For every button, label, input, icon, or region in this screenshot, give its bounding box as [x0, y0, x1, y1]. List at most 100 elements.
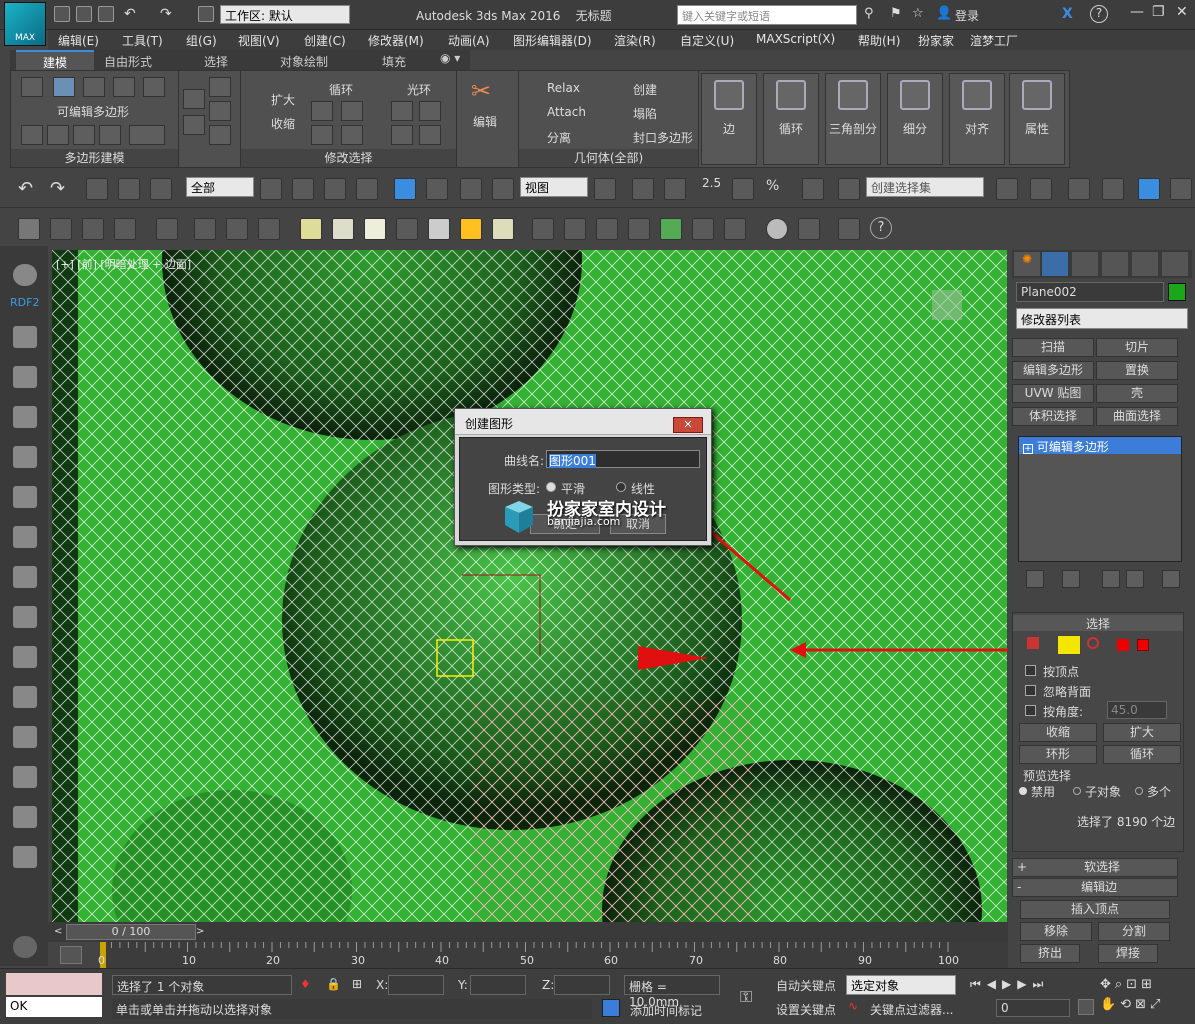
unlink-icon[interactable]	[118, 178, 140, 200]
exchange-icon[interactable]: X	[1062, 6, 1073, 22]
help-icon[interactable]: ?	[1090, 5, 1108, 23]
tab-modeling[interactable]: 建模	[16, 50, 94, 70]
redo-icon[interactable]: ↷	[50, 178, 65, 199]
vray-dome-icon[interactable]	[332, 218, 354, 240]
monitor-icon[interactable]	[13, 446, 37, 468]
vray-sphere-fade-icon[interactable]	[564, 218, 586, 240]
weld-button[interactable]: 焊接	[1098, 944, 1158, 963]
select-manipulate-icon[interactable]	[632, 178, 654, 200]
menu-views[interactable]: 视图(V)	[238, 32, 280, 49]
stack-1-icon[interactable]	[183, 89, 205, 109]
subobject-radio[interactable]	[1073, 787, 1081, 795]
window-crossing-icon[interactable]	[356, 178, 378, 200]
add-time-tag-icon[interactable]	[602, 999, 620, 1017]
current-frame-input[interactable]: 0	[996, 999, 1070, 1017]
keyboard-shortcut-icon[interactable]	[664, 178, 686, 200]
insert-vertex-button[interactable]: 插入顶点	[1020, 900, 1170, 919]
vray-frame-buffer-icon[interactable]	[798, 218, 820, 240]
export-icon[interactable]	[838, 218, 860, 240]
edit-button[interactable]: 编辑	[473, 113, 497, 130]
apps-icon[interactable]	[13, 606, 37, 628]
align-toolbar-icon[interactable]	[1030, 178, 1052, 200]
camera-icon[interactable]	[13, 686, 37, 708]
by-angle-checkbox[interactable]	[1025, 705, 1036, 716]
linear-radio[interactable]	[616, 482, 626, 492]
geo-panel-label[interactable]: 几何体(全部)	[519, 149, 698, 167]
time-slider[interactable]: < 0 / 100 >	[48, 922, 1008, 942]
timeline-ruler[interactable]: 0 10 20 30 40 50 60 70 80 90 100	[98, 942, 1008, 968]
rotate-icon[interactable]	[426, 178, 448, 200]
move-arrows-icon[interactable]	[13, 486, 37, 508]
vray-light-icon[interactable]	[226, 218, 248, 240]
ring-button[interactable]: 环形	[1019, 745, 1097, 764]
remove-button[interactable]: 移除	[1020, 922, 1092, 941]
inbox-icon[interactable]	[13, 566, 37, 588]
loop-grow-icon[interactable]	[311, 101, 333, 121]
menu-rendering[interactable]: 渲染(R)	[614, 32, 656, 49]
show-end-result-icon[interactable]	[129, 125, 165, 145]
add-time-tag-label[interactable]: 添加时间标记	[630, 1002, 702, 1019]
align-button[interactable]: 对齐	[949, 73, 1005, 165]
close-button[interactable]: ✕	[1176, 4, 1188, 20]
open-file-icon[interactable]	[76, 6, 92, 22]
slider-right-icon[interactable]: >	[196, 926, 204, 937]
menu-create[interactable]: 创建(C)	[304, 32, 346, 49]
isolate-icon[interactable]: ♦	[300, 977, 311, 991]
rdf-icon[interactable]	[13, 264, 37, 286]
properties-button[interactable]: 属性	[1009, 73, 1065, 165]
edge-big-button[interactable]: 边	[701, 73, 757, 165]
motion-tab-icon[interactable]	[1102, 252, 1128, 276]
move-icon[interactable]	[394, 178, 416, 200]
cone-light-icon[interactable]	[428, 218, 450, 240]
login-link[interactable]: 登录	[955, 7, 979, 24]
stack-2-icon[interactable]	[209, 77, 231, 97]
mirror-icon[interactable]	[996, 178, 1018, 200]
angle-input[interactable]: 45.0	[1107, 701, 1167, 719]
remove-mod-icon[interactable]	[1126, 570, 1144, 588]
tab-selection[interactable]: 选择	[204, 53, 228, 70]
disable-radio[interactable]	[1019, 787, 1027, 795]
set-key-button[interactable]: 设置关键点	[776, 1001, 836, 1018]
spinner-snap-icon[interactable]	[802, 178, 824, 200]
maxscript-listener[interactable]	[6, 973, 102, 995]
material-editor-icon[interactable]	[82, 218, 104, 240]
save-icon[interactable]	[98, 6, 114, 22]
mod-displace-button[interactable]: 置换	[1096, 361, 1178, 380]
image-icon[interactable]	[13, 326, 37, 348]
mod-slice-button[interactable]: 切片	[1096, 338, 1178, 357]
app-logo[interactable]: MAX	[4, 2, 46, 46]
mod-uvw-button[interactable]: UVW 贴图	[1012, 384, 1094, 403]
curve-name-input[interactable]: 图形001	[546, 450, 700, 468]
sun-icon[interactable]	[460, 218, 482, 240]
ring-extra-1-icon[interactable]	[391, 125, 413, 145]
selection-title[interactable]: 选择	[1013, 615, 1183, 631]
placement-icon[interactable]	[492, 178, 514, 200]
refresh-icon[interactable]	[13, 726, 37, 748]
menu-graph-editors[interactable]: 图形编辑器(D)	[513, 32, 592, 49]
vray-plane-obj-icon[interactable]	[628, 218, 650, 240]
split-button[interactable]: 分割	[1098, 922, 1170, 941]
y-coord-input[interactable]	[470, 975, 526, 995]
viewport[interactable]	[52, 250, 1007, 922]
modifier-list-select[interactable]: 修改器列表	[1016, 308, 1188, 329]
viewport-nav-controls[interactable]: ✥⌕⊡⊞ ✋⟲⊠⤢	[1100, 975, 1190, 1019]
maxscript-ok[interactable]: OK	[6, 997, 102, 1017]
menu-edit[interactable]: 编辑(E)	[58, 32, 99, 49]
ring-grow-icon[interactable]	[391, 101, 413, 121]
vray-proxy-icon[interactable]	[532, 218, 554, 240]
scale-icon[interactable]	[460, 178, 482, 200]
loop-button[interactable]: 循环	[329, 81, 353, 98]
poly-tool-4-icon[interactable]	[99, 125, 121, 145]
star-icon[interactable]	[13, 766, 37, 788]
ring-extra-2-icon[interactable]	[419, 125, 441, 145]
object-color-swatch[interactable]	[1168, 283, 1186, 301]
vray-camera-icon[interactable]	[258, 218, 280, 240]
sun-icon[interactable]	[13, 646, 37, 668]
subdivide-button[interactable]: 细分	[887, 73, 943, 165]
viewport-label[interactable]: [+] [前] [明暗处理 + 边面]	[56, 256, 191, 272]
polygon-mode-icon[interactable]	[113, 77, 135, 97]
menu-xuanmeng[interactable]: 渲梦工厂	[970, 32, 1018, 49]
workspace-select[interactable]: 工作区: 默认	[220, 5, 350, 24]
edge-mode-icon[interactable]	[53, 77, 75, 97]
layer-explorer-icon[interactable]	[1068, 178, 1090, 200]
